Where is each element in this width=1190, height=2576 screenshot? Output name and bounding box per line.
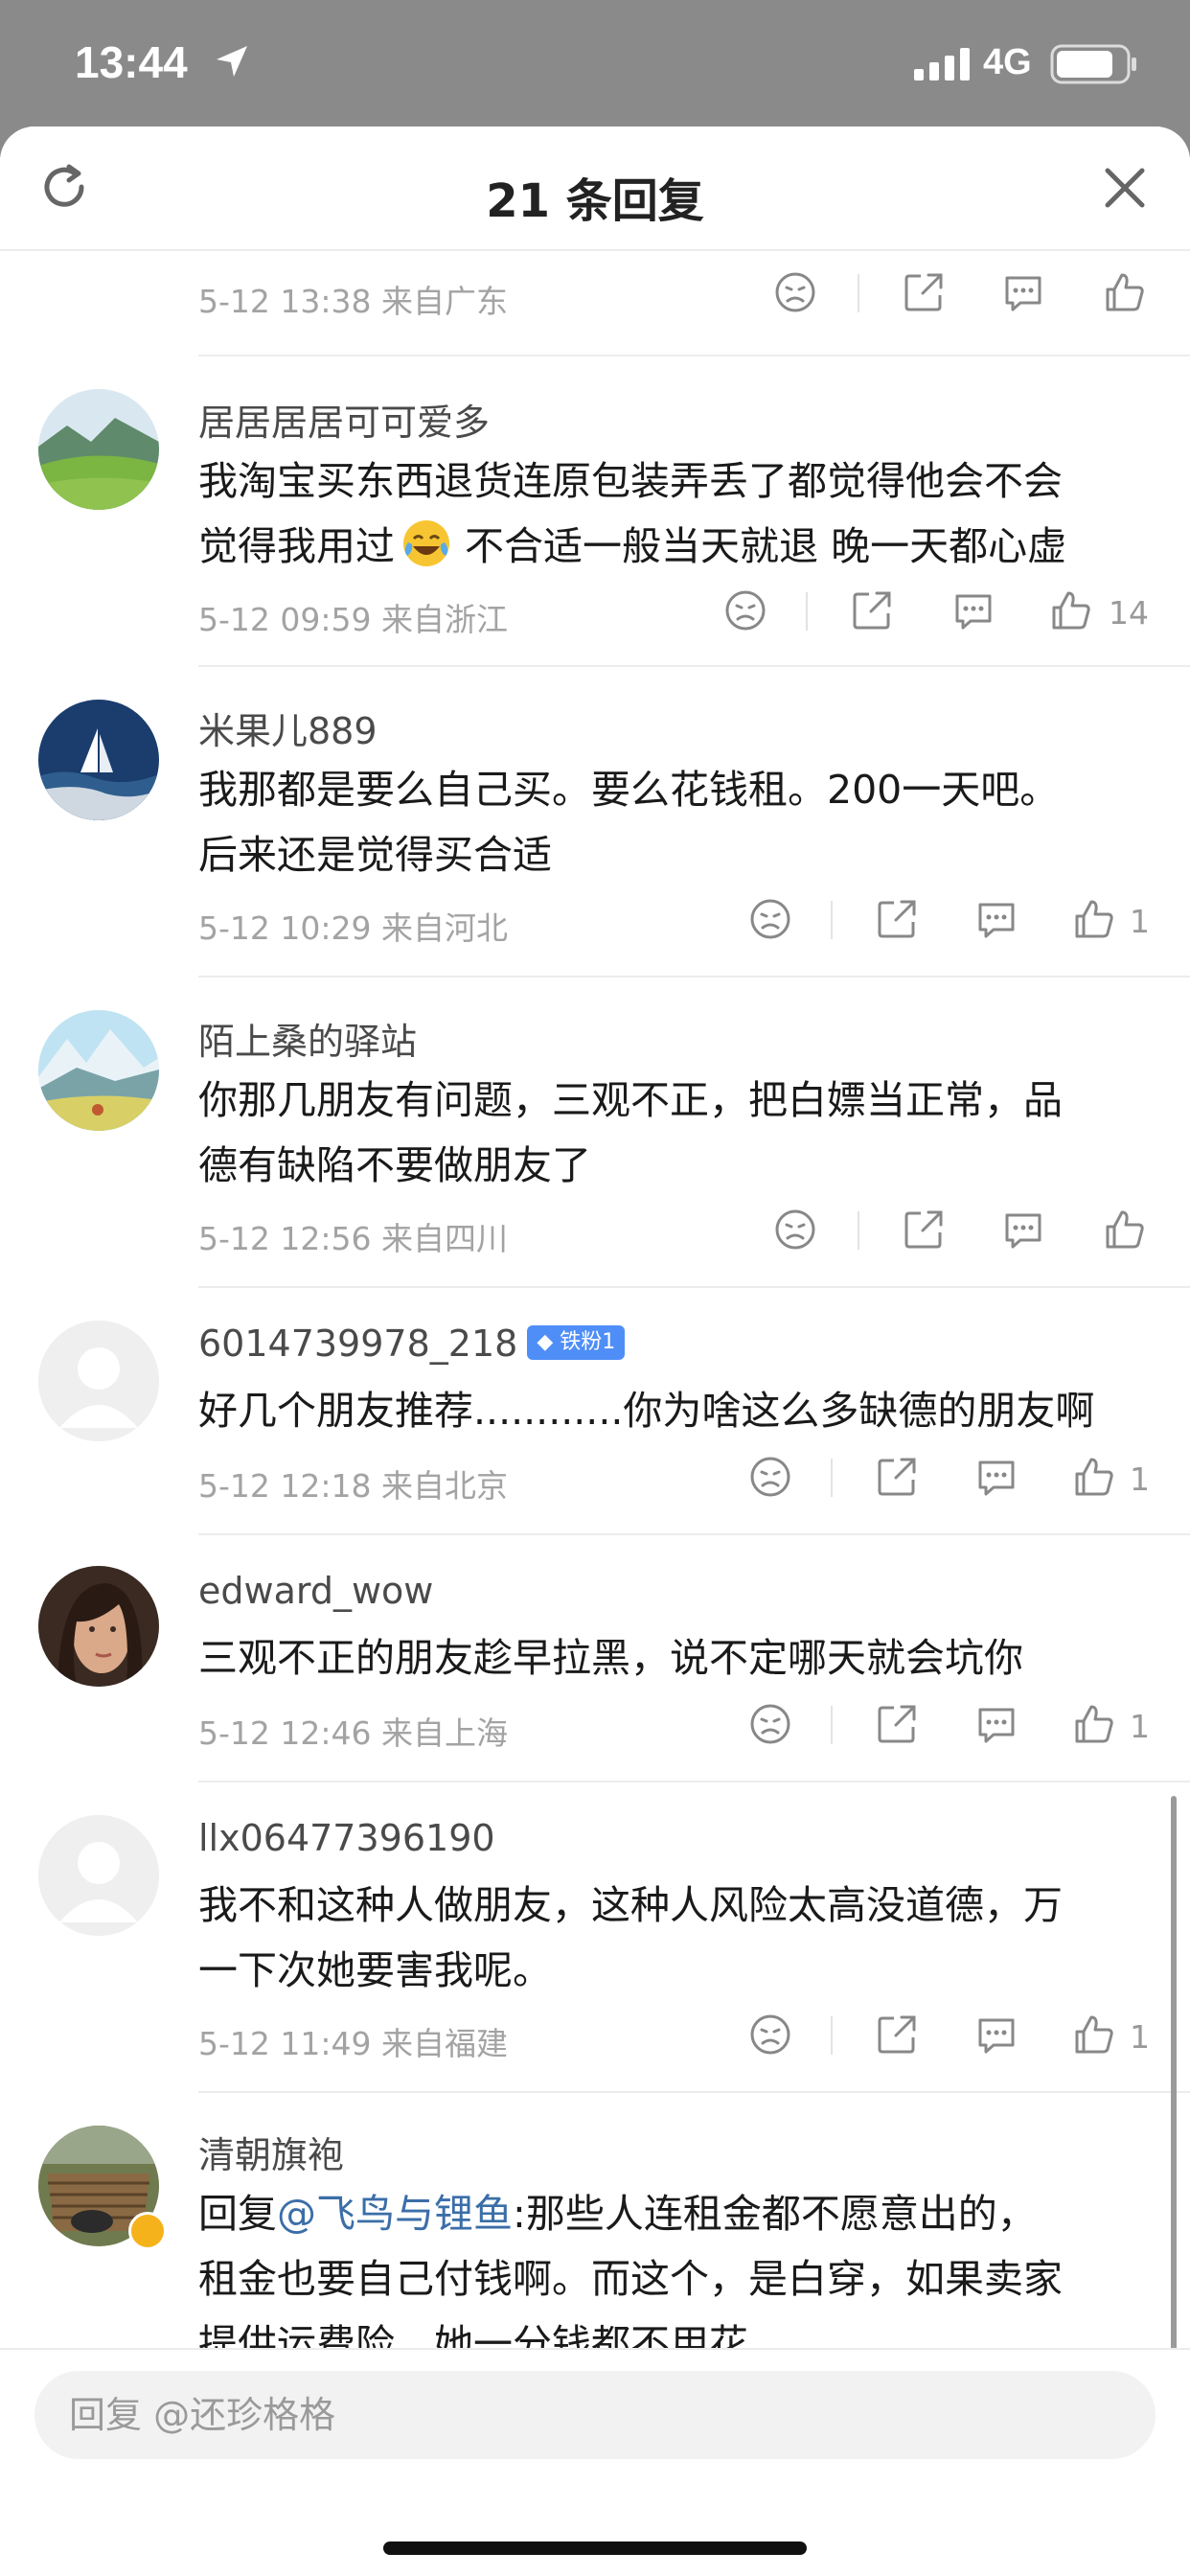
comment-text: 好几个朋友推荐............你为啥这么多缺德的朋友啊: [198, 1388, 1095, 1434]
comment-icon[interactable]: [951, 588, 995, 632]
dislike-icon[interactable]: [773, 270, 817, 314]
like-count: 1: [1130, 1460, 1150, 1498]
comment-text: 我不和这种人做朋友，这种人风险太高没道德，万 一下次她要害我呢。: [198, 1882, 1063, 1993]
replies-sheet: 21 条回复 5-12 13:38 来自广东 居居居居可可爱多 我淘宝买东西退货…: [0, 126, 1190, 2576]
like-count: 1: [1130, 903, 1150, 940]
like-icon[interactable]: [1103, 270, 1147, 314]
comment-meta-text: 5-12 09:59 来自浙江: [198, 601, 508, 638]
username[interactable]: 清朝旗袍: [198, 2126, 344, 2178]
comment-meta: 5-12 09:59 来自浙江 14: [198, 588, 1149, 638]
verified-badge-icon: [128, 2212, 167, 2250]
laugh-cry-emoji-icon: [400, 518, 452, 569]
comment-meta: 5-12 11:49 来自福建 1: [198, 2012, 1150, 2062]
like-icon[interactable]: [1103, 1208, 1147, 1252]
divider: [198, 665, 1190, 667]
like-icon[interactable]: [1072, 1455, 1116, 1499]
comment-meta-text: 5-12 12:46 来自上海: [198, 1714, 508, 1752]
comment-meta-text: 5-12 10:29 来自河北: [198, 909, 508, 947]
like-icon[interactable]: [1072, 897, 1116, 941]
dislike-icon[interactable]: [748, 1702, 792, 1746]
comment-icon[interactable]: [974, 1702, 1018, 1746]
comment-icon[interactable]: [974, 897, 1018, 941]
location-arrow-icon: [213, 42, 251, 84]
comment-icon[interactable]: [1001, 270, 1045, 314]
comment-meta: 5-12 12:46 来自上海 1: [198, 1702, 1150, 1752]
separator: [831, 1459, 833, 1497]
divider: [198, 2091, 1190, 2093]
comment-list[interactable]: 5-12 13:38 来自广东 居居居居可可爱多 我淘宝买东西退货连原包装弄丢了…: [0, 251, 1190, 2474]
mention-link[interactable]: @飞鸟与锂鱼: [277, 2191, 513, 2237]
comment-text: 三观不正的朋友趁早拉黑，说不定哪天就会坑你: [198, 1635, 1023, 1681]
like-icon[interactable]: [1072, 2012, 1116, 2057]
fan-badge: ◆ 铁粉1: [527, 1324, 626, 1360]
comment-meta-text: 5-12 12:18 来自北京: [198, 1467, 508, 1505]
share-icon[interactable]: [875, 897, 919, 941]
share-icon[interactable]: [902, 1208, 946, 1252]
like-count: 1: [1130, 2018, 1150, 2056]
username[interactable]: 陌上桑的驿站: [198, 1012, 417, 1065]
dislike-icon[interactable]: [723, 588, 767, 632]
comment-icon[interactable]: [974, 1455, 1018, 1499]
comment-meta: 5-12 12:56 来自四川: [198, 1208, 1147, 1257]
divider: [198, 1781, 1190, 1782]
like-count: 1: [1130, 1708, 1150, 1745]
comment-meta-text: 5-12 12:56 来自四川: [198, 1220, 508, 1257]
separator: [858, 1211, 859, 1250]
dislike-icon[interactable]: [773, 1208, 817, 1252]
signal-icon: [914, 48, 972, 84]
separator: [831, 1706, 833, 1744]
reply-input[interactable]: [34, 2371, 1156, 2459]
comment-meta: 5-12 10:29 来自河北 1: [198, 897, 1150, 947]
avatar[interactable]: [38, 1010, 159, 1131]
status-bar: 13:44 4G: [0, 0, 1190, 126]
comment-meta-text: 5-12 11:49 来自福建: [198, 2025, 508, 2062]
like-icon[interactable]: [1049, 588, 1093, 632]
home-indicator[interactable]: [383, 2542, 807, 2555]
share-icon[interactable]: [875, 1702, 919, 1746]
avatar[interactable]: [38, 389, 159, 510]
sheet-header: 21 条回复: [0, 126, 1190, 251]
comment-text: 你那几朋友有问题，三观不正，把白嫖当正常，品 德有缺陷不要做朋友了: [198, 1077, 1063, 1188]
comment-text: 我那都是要么自己买。要么花钱租。200一天吧。 后来还是觉得买合适: [198, 767, 1060, 878]
avatar[interactable]: [38, 1321, 159, 1441]
divider: [198, 976, 1190, 978]
divider: [198, 1286, 1190, 1288]
dislike-icon[interactable]: [748, 1455, 792, 1499]
battery-icon: [1050, 44, 1138, 88]
dislike-icon[interactable]: [748, 897, 792, 941]
separator: [858, 274, 859, 312]
comment-icon[interactable]: [1001, 1208, 1045, 1252]
username[interactable]: edward_wow: [198, 1570, 433, 1612]
divider: [198, 355, 1190, 356]
close-icon[interactable]: [1100, 163, 1150, 213]
comment-meta: 5-12 13:38 来自广东: [198, 270, 1147, 320]
sheet-title: 21 条回复: [486, 174, 704, 228]
share-icon[interactable]: [875, 1455, 919, 1499]
comment-meta: 5-12 12:18 来自北京 1: [198, 1455, 1150, 1505]
like-icon[interactable]: [1072, 1702, 1116, 1746]
dislike-icon[interactable]: [748, 2012, 792, 2057]
separator: [831, 901, 833, 939]
network-type: 4G: [983, 42, 1032, 82]
avatar[interactable]: [38, 1815, 159, 1936]
avatar[interactable]: [38, 700, 159, 820]
separator: [806, 592, 808, 631]
share-icon[interactable]: [875, 2012, 919, 2057]
status-time: 13:44: [75, 37, 188, 87]
share-icon[interactable]: [850, 588, 894, 632]
separator: [831, 2016, 833, 2055]
username[interactable]: 居居居居可可爱多: [198, 393, 490, 446]
share-icon[interactable]: [902, 270, 946, 314]
comment-icon[interactable]: [974, 2012, 1018, 2057]
comment-text: 我淘宝买东西退货连原包装弄丢了都觉得他会不会 觉得我用过 不合适一般当天就退 晚…: [198, 458, 1067, 569]
username[interactable]: 米果儿889: [198, 702, 378, 754]
avatar[interactable]: [38, 1566, 159, 1687]
username[interactable]: 6014739978_218 ◆ 铁粉1: [198, 1322, 626, 1365]
divider: [198, 1533, 1190, 1535]
like-count: 14: [1109, 594, 1149, 632]
username[interactable]: llx06477396190: [198, 1817, 495, 1859]
comment-meta-text: 5-12 13:38 来自广东: [198, 283, 508, 320]
